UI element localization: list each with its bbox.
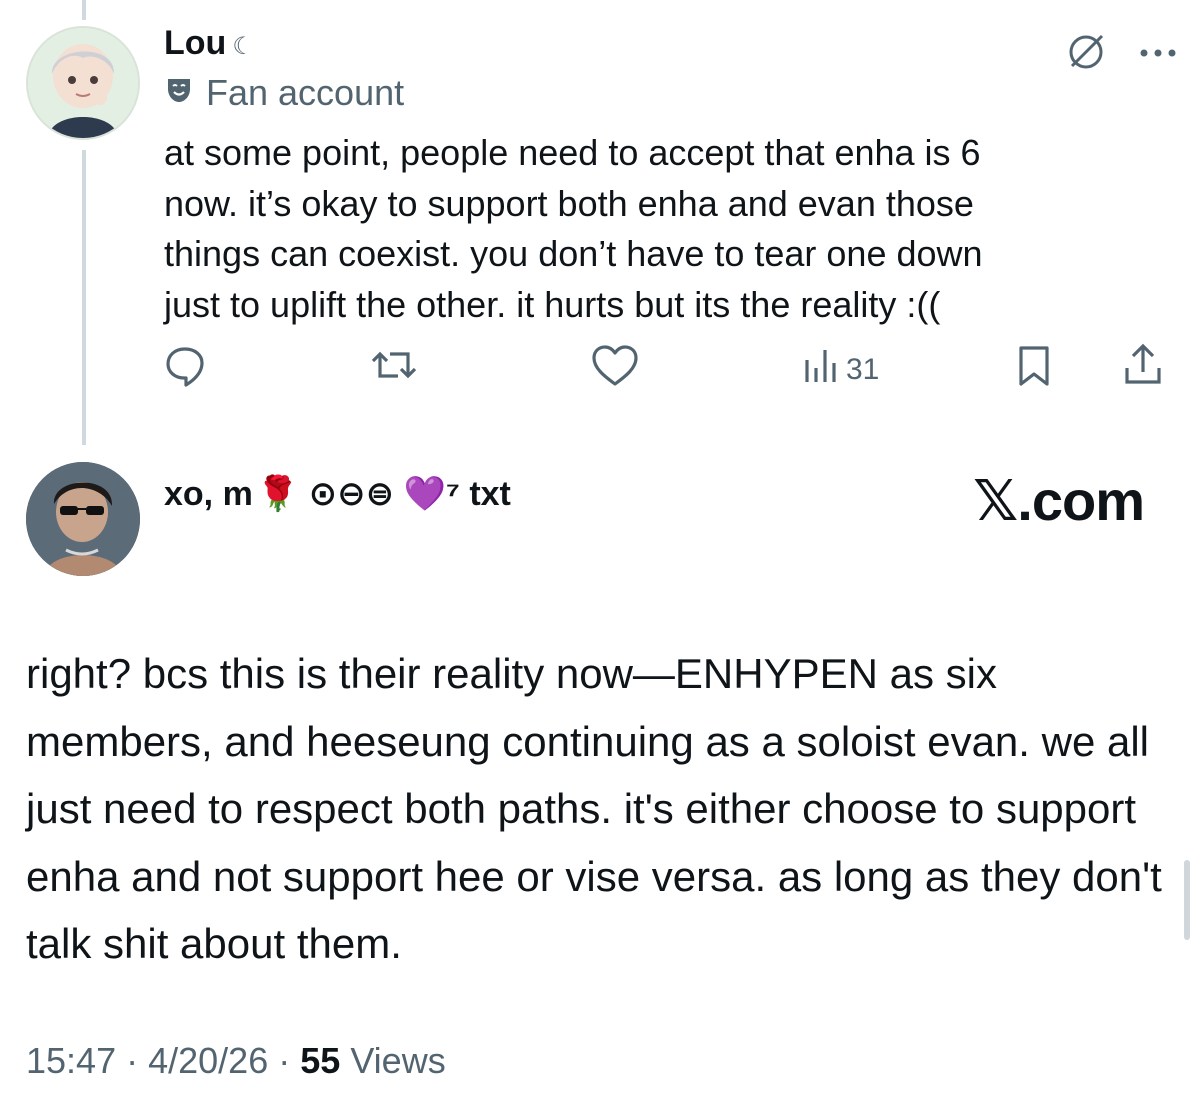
thread-top-line bbox=[82, 0, 86, 20]
avatar-xo-m[interactable] bbox=[26, 462, 140, 576]
parent-tweet-text: at some point, people need to accept tha… bbox=[164, 132, 983, 325]
author-name-lou[interactable]: Lou ☾ bbox=[164, 24, 254, 63]
views-label: Views bbox=[350, 1040, 446, 1081]
bookmark-icon bbox=[1012, 340, 1056, 398]
views-button[interactable]: 31 bbox=[802, 346, 879, 394]
tweet-meta: 15:47 · 4/20/26 · 55 Views bbox=[26, 1040, 446, 1082]
like-icon bbox=[588, 340, 642, 398]
views-count-number: 55 bbox=[300, 1040, 341, 1081]
moon-icon: ☾ bbox=[232, 33, 254, 60]
more-icon[interactable] bbox=[1138, 46, 1178, 64]
separator-dot: · bbox=[126, 1040, 149, 1081]
tweet-actions-bar: 31 bbox=[160, 340, 1175, 396]
tweet-time[interactable]: 15:47 bbox=[26, 1040, 116, 1081]
author-name-xo[interactable]: xo, m 🌹 ⊙⊖⊜ 💜⁷ txt bbox=[164, 474, 511, 514]
share-icon bbox=[1120, 340, 1166, 398]
avatar-lou[interactable] bbox=[26, 26, 140, 140]
affiliation-label: Fan account bbox=[164, 72, 404, 114]
tweet-top-icons bbox=[1064, 30, 1178, 79]
retweet-icon bbox=[368, 340, 420, 398]
views-icon bbox=[802, 346, 838, 394]
author-name-text[interactable]: Lou bbox=[164, 24, 226, 62]
grok-icon[interactable] bbox=[1064, 30, 1108, 79]
views-count: 31 bbox=[846, 353, 880, 386]
bookmark-button[interactable] bbox=[1012, 340, 1056, 398]
x-com-watermark: 𝕏.com bbox=[973, 469, 1145, 532]
tweet-date[interactable]: 4/20/26 bbox=[148, 1040, 268, 1081]
reply-icon bbox=[160, 340, 210, 398]
separator-dot: · bbox=[278, 1040, 301, 1081]
reply-tweet-text: right? bcs this is their reality now—ENH… bbox=[26, 650, 1162, 967]
affiliation-text: Fan account bbox=[206, 72, 405, 113]
thread-connector-line bbox=[82, 150, 86, 445]
retweet-button[interactable] bbox=[368, 340, 420, 398]
theater-mask-icon bbox=[164, 72, 194, 114]
author-badges: 🌹 ⊙⊖⊜ 💜⁷ txt bbox=[256, 475, 511, 513]
reply-button[interactable] bbox=[160, 340, 210, 398]
scrollbar[interactable] bbox=[1184, 860, 1190, 940]
like-button[interactable] bbox=[588, 340, 642, 398]
share-button[interactable] bbox=[1120, 340, 1166, 398]
author-name-text[interactable]: xo, m bbox=[164, 475, 253, 514]
